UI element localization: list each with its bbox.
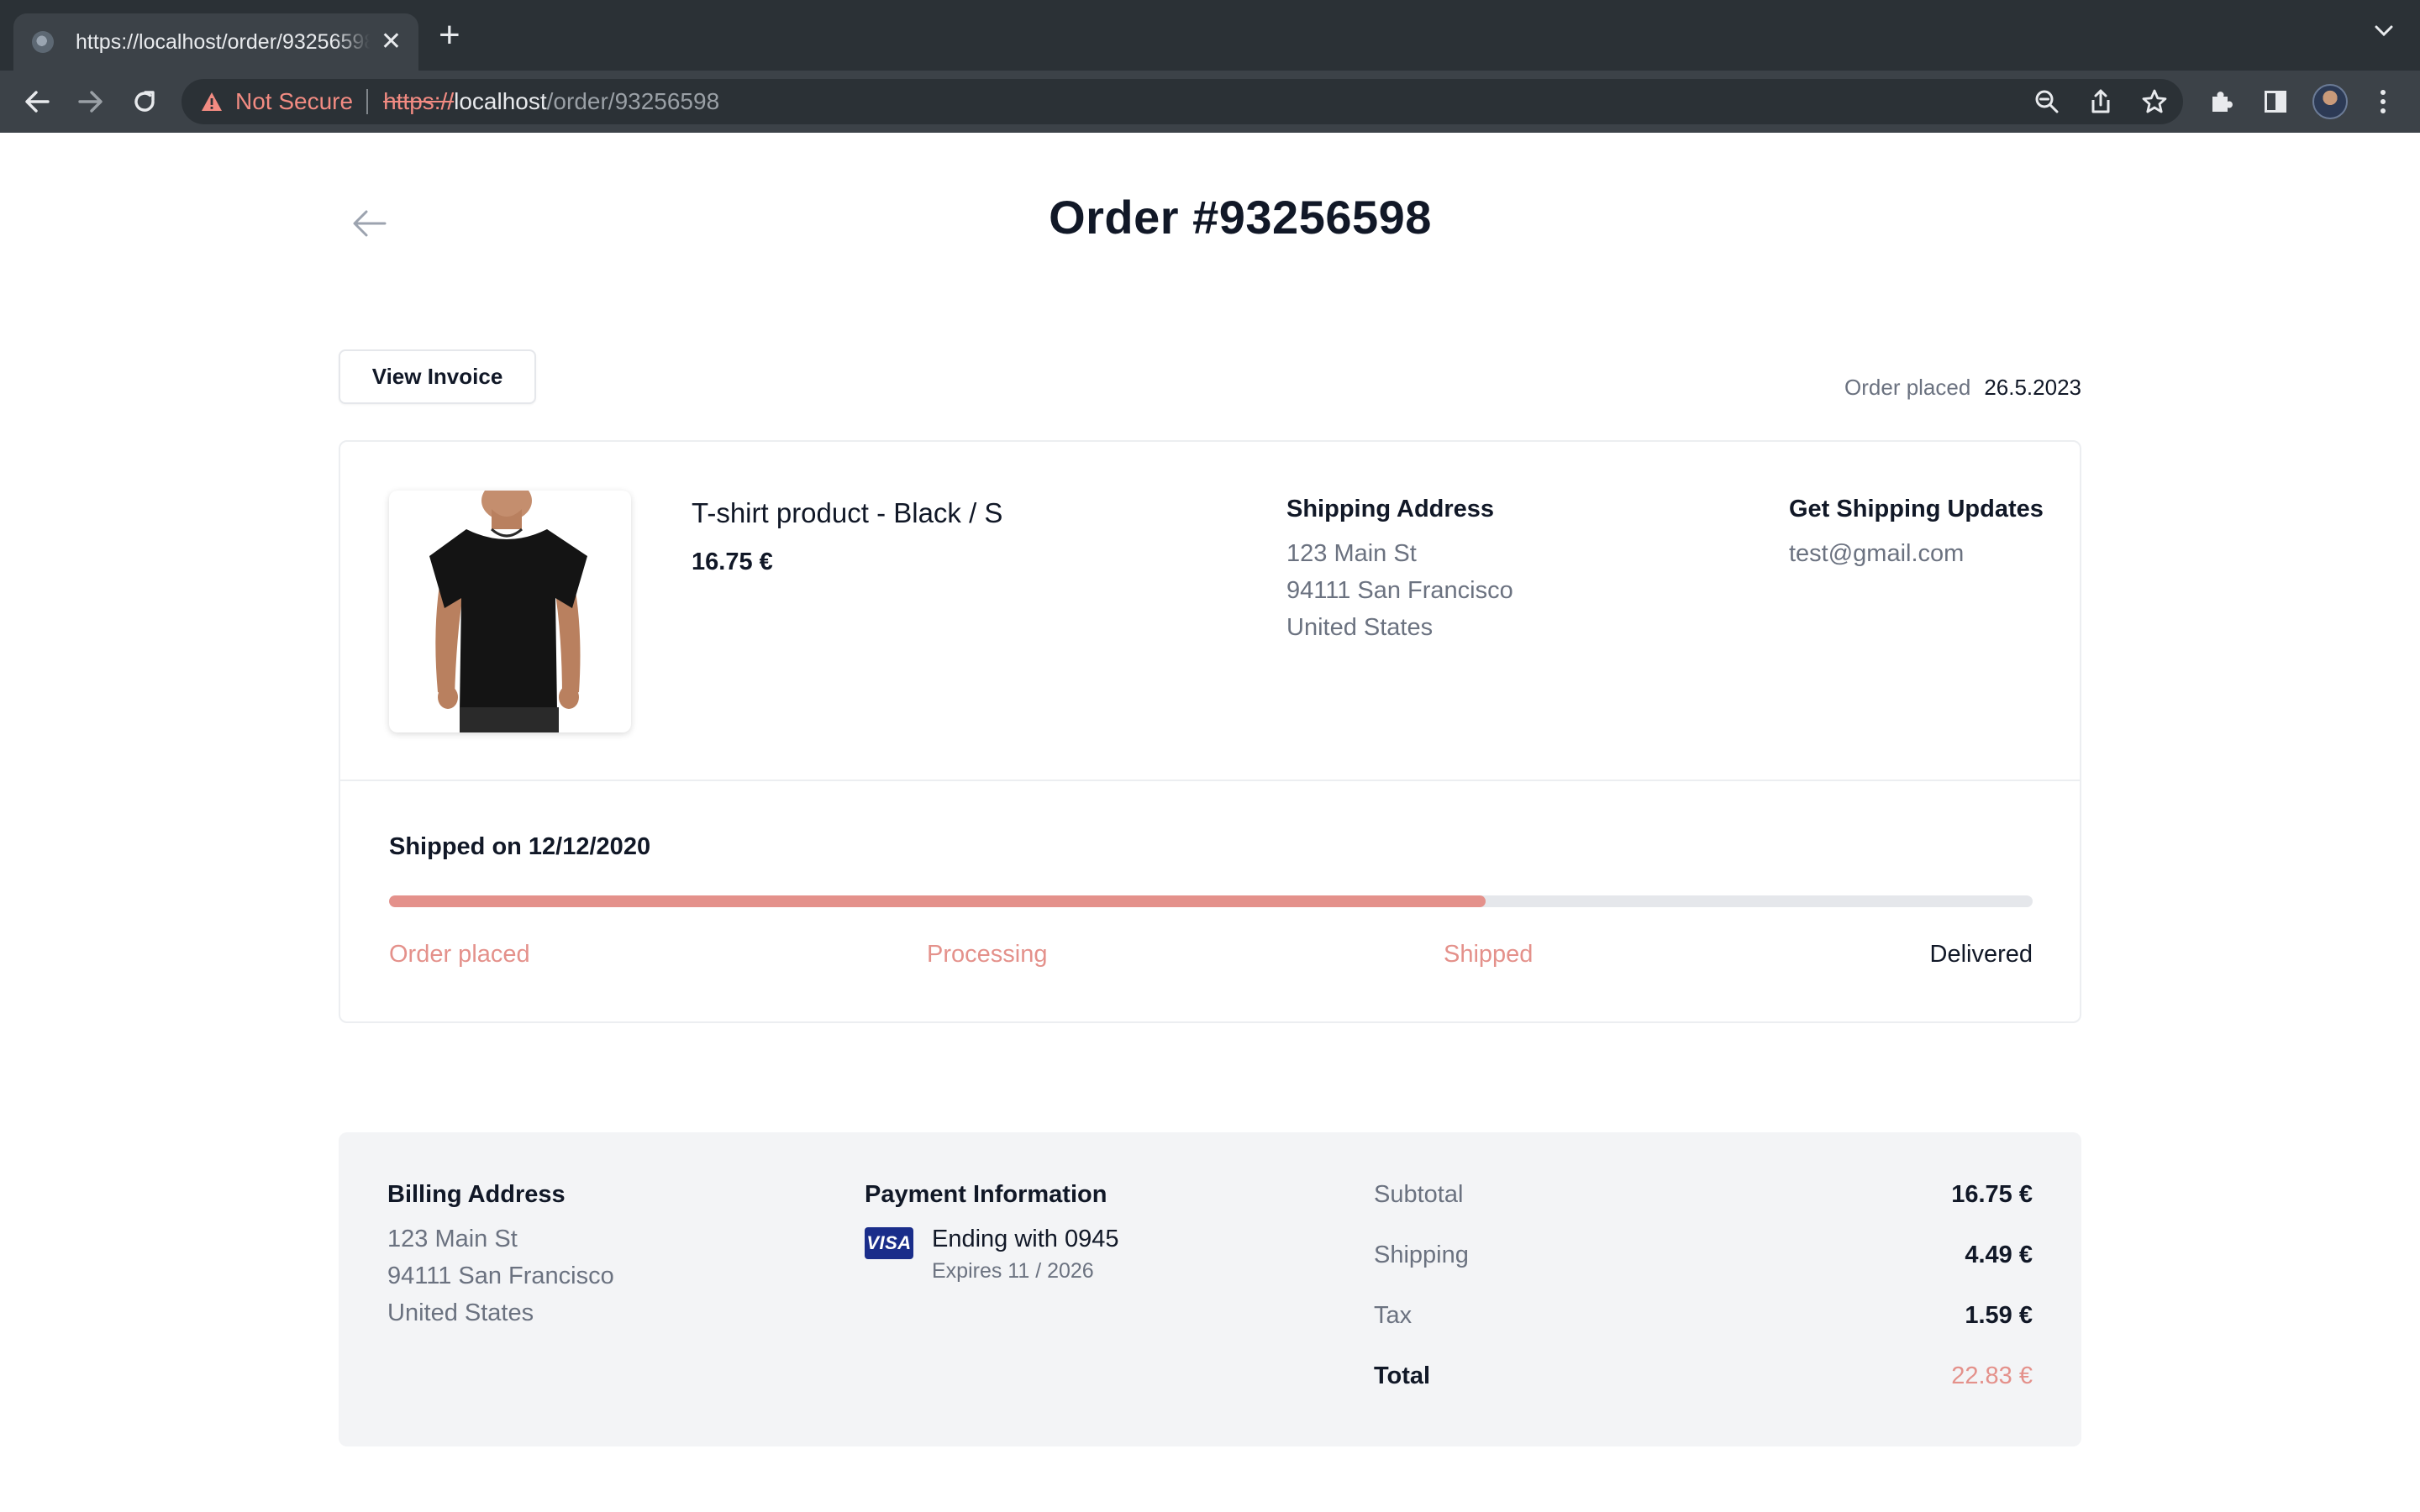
step-delivered: Delivered: [1929, 941, 2033, 968]
view-invoice-button[interactable]: View Invoice: [339, 349, 536, 404]
back-button[interactable]: [22, 87, 52, 117]
payment-card-details: Ending with 0945 Expires 11 / 2026: [932, 1221, 1119, 1284]
payment-card-row: VISA Ending with 0945 Expires 11 / 2026: [865, 1221, 1119, 1284]
browser-menu-button[interactable]: [2368, 87, 2398, 117]
shipping-address-line2: 94111 San Francisco: [1286, 577, 1513, 604]
product-image[interactable]: [389, 491, 631, 732]
url-host: localhost: [454, 88, 547, 114]
shipping-address-heading: Shipping Address: [1286, 496, 1495, 522]
favicon-icon: [32, 31, 54, 53]
omnibox-divider: [366, 89, 369, 114]
kebab-menu-icon: [2381, 90, 2386, 113]
address-bar[interactable]: Not Secure https://localhost/order/93256…: [182, 79, 2183, 124]
share-button[interactable]: [2086, 87, 2116, 117]
order-placed-date: 26.5.2023: [1984, 375, 2081, 400]
billing-address-line3: United States: [387, 1299, 534, 1326]
zoom-button[interactable]: [2032, 87, 2062, 117]
star-icon: [2142, 89, 2167, 113]
tax-value: 1.59 €: [1965, 1302, 2033, 1329]
order-item-card: T-shirt product - Black / S 16.75 € Ship…: [339, 440, 2081, 1023]
order-summary: Billing Address 123 Main St 94111 San Fr…: [339, 1132, 2081, 1446]
side-panel-icon: [2265, 91, 2286, 113]
new-tab-button[interactable]: +: [439, 17, 460, 54]
shipping-row: Shipping 4.49 €: [1374, 1242, 2033, 1302]
subtotal-value: 16.75 €: [1951, 1181, 2033, 1208]
shipping-label: Shipping: [1374, 1242, 1469, 1268]
shipment-status-text: Shipped on 12/12/2020: [389, 833, 651, 860]
forward-button[interactable]: [76, 87, 106, 117]
tshirt-photo-icon: [429, 491, 587, 732]
step-shipped: Shipped: [1444, 941, 1534, 968]
total-label: Total: [1374, 1362, 1431, 1389]
product-price: 16.75 €: [692, 549, 773, 575]
order-placed-meta: Order placed 26.5.2023: [1844, 375, 2081, 401]
page-title: Order #93256598: [1049, 191, 1432, 244]
browser-tabbar: https://localhost/order/93256598 ✕ +: [0, 0, 2420, 71]
shipment-steps: Order placed Processing Shipped Delivere…: [389, 941, 2033, 974]
close-tab-icon[interactable]: ✕: [381, 29, 402, 55]
arrow-left-icon: [25, 91, 50, 113]
side-panel-button[interactable]: [2260, 87, 2291, 117]
bookmark-button[interactable]: [2139, 87, 2170, 117]
payment-information-section: Payment Information VISA Ending with 094…: [865, 1181, 1119, 1284]
billing-address-heading: Billing Address: [387, 1181, 566, 1208]
tab-title: https://localhost/order/93256598: [76, 29, 370, 54]
shipping-address-section: Shipping Address 123 Main St 94111 San F…: [1286, 496, 1513, 646]
tax-row: Tax 1.59 €: [1374, 1302, 2033, 1362]
step-processing: Processing: [927, 941, 1048, 968]
subtotal-row: Subtotal 16.75 €: [1374, 1181, 2033, 1242]
shipping-updates-heading: Get Shipping Updates: [1789, 496, 2044, 522]
reload-button[interactable]: [129, 87, 160, 117]
card-expiry: Expires 11 / 2026: [932, 1259, 1094, 1283]
billing-address-line1: 123 Main St: [387, 1226, 518, 1252]
shipping-updates-section: Get Shipping Updates test@gmail.com: [1789, 496, 2044, 572]
shipment-progress-fill: [389, 895, 1486, 907]
total-value: 22.83 €: [1951, 1362, 2033, 1389]
browser-toolbar: Not Secure https://localhost/order/93256…: [0, 71, 2420, 133]
share-icon: [2091, 89, 2110, 113]
product-name[interactable]: T-shirt product - Black / S: [692, 497, 1002, 529]
billing-address-lines: 123 Main St 94111 San Francisco United S…: [387, 1221, 614, 1331]
shipping-address-lines: 123 Main St 94111 San Francisco United S…: [1286, 535, 1513, 646]
billing-address-section: Billing Address 123 Main St 94111 San Fr…: [387, 1181, 614, 1331]
step-order-placed: Order placed: [389, 941, 530, 968]
browser-tab[interactable]: https://localhost/order/93256598 ✕: [13, 13, 418, 71]
profile-avatar[interactable]: [2312, 84, 2348, 119]
extensions-button[interactable]: [2207, 87, 2237, 117]
order-totals: Subtotal 16.75 € Shipping 4.49 € Tax 1.5…: [1374, 1181, 2033, 1423]
subtotal-label: Subtotal: [1374, 1181, 1464, 1208]
shipping-address-line3: United States: [1286, 614, 1434, 641]
tax-label: Tax: [1374, 1302, 1413, 1329]
card-divider: [340, 780, 2080, 781]
shipping-updates-email: test@gmail.com: [1789, 540, 1965, 567]
billing-address-line2: 94111 San Francisco: [387, 1263, 614, 1289]
shipment-progress-bar: [389, 895, 2033, 907]
arrow-right-icon: [78, 91, 103, 113]
zoom-out-icon: [2035, 90, 2059, 113]
url-text[interactable]: https://localhost/order/93256598: [383, 88, 719, 115]
puzzle-icon: [2212, 92, 2233, 112]
url-path: /order/93256598: [546, 88, 720, 114]
url-scheme: https://: [383, 88, 455, 114]
shipping-address-line1: 123 Main St: [1286, 540, 1417, 567]
security-status[interactable]: Not Secure: [235, 88, 353, 115]
shipping-value: 4.49 €: [1965, 1242, 2033, 1268]
chevron-down-icon[interactable]: [2375, 25, 2393, 37]
total-row: Total 22.83 €: [1374, 1362, 2033, 1423]
card-ending: Ending with 0945: [932, 1226, 1119, 1252]
order-placed-label: Order placed: [1844, 375, 1971, 400]
warning-icon: [200, 91, 224, 113]
payment-information-heading: Payment Information: [865, 1181, 1107, 1208]
reload-icon: [134, 91, 155, 112]
visa-card-icon: VISA: [865, 1227, 913, 1259]
